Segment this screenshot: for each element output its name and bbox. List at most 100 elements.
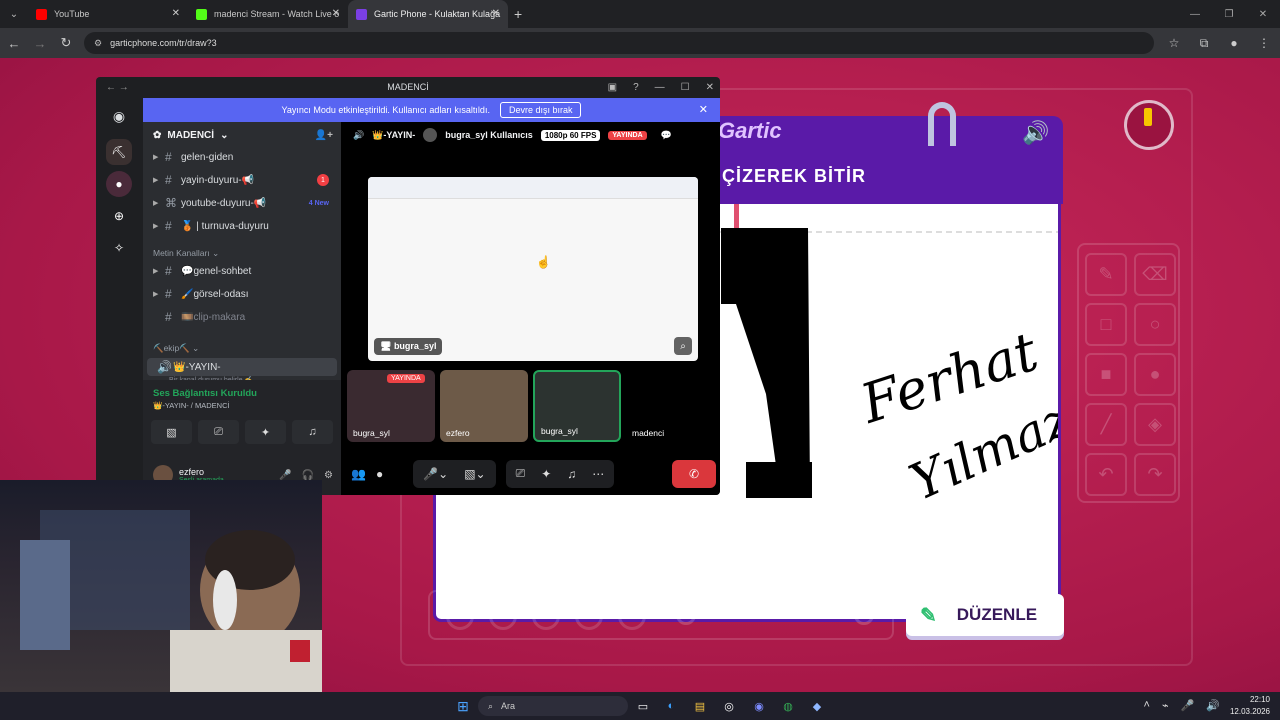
inbox-icon[interactable]: ▣ xyxy=(608,82,617,93)
add-server-icon[interactable]: ⊕ xyxy=(106,203,132,229)
category-metin-kanallari[interactable]: Metin Kanalları ⌄ xyxy=(153,248,219,259)
voice-channel-yayin[interactable]: 🔊 👑-YAYIN- xyxy=(147,358,337,376)
channel-youtube-duyuru[interactable]: ▶ ⌘ youtube-duyuru-📢 4 New xyxy=(143,194,341,212)
minimize-icon[interactable]: — xyxy=(1178,0,1212,28)
extensions-icon[interactable]: ⧉ xyxy=(1194,33,1214,53)
forward-icon[interactable]: → xyxy=(28,31,52,55)
eraser-tool-icon[interactable]: ⌫ xyxy=(1134,253,1176,296)
bookmark-star-icon[interactable]: ☆ xyxy=(1164,33,1184,53)
url-field[interactable]: ⚙ garticphone.com/tr/draw?3 xyxy=(84,32,1154,54)
discord-home-icon[interactable]: ◉ xyxy=(106,103,132,129)
camera-off-icon[interactable]: ▧ xyxy=(151,420,192,444)
activities-icon[interactable]: ✦ xyxy=(245,420,286,444)
stream-preview[interactable]: ☝ 🖥 bugra_syl ⌕ xyxy=(368,177,698,361)
disable-streamer-mode-button[interactable]: Devre dışı bırak xyxy=(499,102,582,118)
close-window-icon[interactable]: ✕ xyxy=(1246,0,1280,28)
category-ekip[interactable]: ⛏️ekip⛏️ ⌄ xyxy=(153,343,199,354)
channel-gelen-giden[interactable]: ▶ # gelen-giden xyxy=(143,148,341,166)
filled-rectangle-tool-icon[interactable]: ■ xyxy=(1085,353,1127,396)
close-tab-icon[interactable]: ✕ xyxy=(172,8,180,19)
headphones-icon[interactable]: 🎧 xyxy=(302,470,314,481)
invite-to-call-icon[interactable]: 👥 xyxy=(351,467,366,481)
file-explorer-icon[interactable]: ▤ xyxy=(691,697,709,715)
participant-tile-madenci[interactable]: madenci xyxy=(626,370,714,442)
soundboard-icon[interactable]: ♫ xyxy=(292,420,333,444)
server-header[interactable]: ✿ MADENCİ ⌄ 👤+ xyxy=(143,122,341,148)
channel-clip-makara[interactable]: # 🎞️clip-makara xyxy=(143,308,341,326)
sound-toggle-icon[interactable]: 🔊 xyxy=(1022,120,1049,146)
invite-people-icon[interactable]: 👤+ xyxy=(315,130,333,141)
fill-bucket-tool-icon[interactable]: ◈ xyxy=(1134,403,1176,446)
zoom-icon[interactable]: ⌕ xyxy=(674,337,692,355)
rectangle-tool-icon[interactable]: □ xyxy=(1085,303,1127,346)
tab-youtube[interactable]: YouTube ✕ xyxy=(28,0,188,28)
brush-size-2[interactable] xyxy=(489,602,517,630)
channel-genel-sohbet[interactable]: ▶ # 💬genel-sohbet xyxy=(143,262,341,280)
mic-tray-icon[interactable]: 🎤 xyxy=(1181,699,1195,712)
volume-icon[interactable]: 🔊 xyxy=(1206,699,1220,712)
participant-tile-ezfero[interactable]: ezfero xyxy=(440,370,528,442)
profile-avatar-icon[interactable]: ● xyxy=(1224,33,1244,53)
edit-button[interactable]: ✎ DÜZENLE xyxy=(906,594,1064,636)
screen-share-icon[interactable]: ⎚ xyxy=(516,466,526,481)
screen-share-icon[interactable]: ⎚ xyxy=(198,420,239,444)
obs-icon[interactable]: ◎ xyxy=(720,697,738,715)
filled-ellipse-tool-icon[interactable]: ● xyxy=(1134,353,1176,396)
maximize-icon[interactable]: ☐ xyxy=(681,82,690,93)
close-tab-icon[interactable]: ✕ xyxy=(492,8,500,19)
close-banner-icon[interactable]: ✕ xyxy=(699,103,708,116)
menu-kebab-icon[interactable]: ⋮ xyxy=(1254,33,1274,53)
reload-icon[interactable]: ↻ xyxy=(54,31,78,55)
more-options-icon[interactable]: ⋯ xyxy=(592,467,604,481)
new-tab-icon[interactable]: + xyxy=(514,6,522,22)
tab-madenci-stream[interactable]: madenci Stream - Watch Live o ✕ xyxy=(188,0,348,28)
network-icon[interactable]: ⌁ xyxy=(1162,699,1169,712)
app-icon[interactable]: ◆ xyxy=(808,697,826,715)
close-icon[interactable]: ✕ xyxy=(706,82,714,93)
help-icon[interactable]: ? xyxy=(633,82,639,93)
line-tool-icon[interactable]: ╱ xyxy=(1085,403,1127,446)
taskbar-search[interactable]: ⌕ Ara xyxy=(478,696,628,716)
participant-tile-speaking[interactable]: bugra_syl xyxy=(533,370,621,442)
chat-bubble-icon[interactable]: 💬 xyxy=(661,130,672,141)
voice-status[interactable]: Ses Bağlantısı Kuruldu 👑-YAYIN- / MADENC… xyxy=(143,380,341,420)
discord-taskbar-icon[interactable]: ◉ xyxy=(750,697,768,715)
minimize-icon[interactable]: — xyxy=(655,82,665,93)
tray-chevron-icon[interactable]: ˄ xyxy=(1144,699,1150,712)
settings-gear-icon[interactable]: ⚙ xyxy=(324,470,333,481)
pencil-tool-icon[interactable]: ✎ xyxy=(1085,253,1127,296)
close-tab-icon[interactable]: ✕ xyxy=(332,8,340,19)
microphone-toggle-icon[interactable]: 🎤⌄ xyxy=(423,467,448,481)
windows-start-icon[interactable]: ⊞ xyxy=(454,697,472,715)
disconnect-call-button[interactable]: ✆ xyxy=(672,459,716,488)
site-info-icon[interactable]: ⚙ xyxy=(94,38,102,49)
camera-toggle-icon[interactable]: ▧⌄ xyxy=(464,467,485,481)
participant-tile-stream[interactable]: YAYINDA bugra_syl xyxy=(347,370,435,442)
brush-size-5[interactable] xyxy=(618,602,646,630)
chrome-icon[interactable]: ◍ xyxy=(779,697,797,715)
opacity-slider-knob[interactable] xyxy=(854,605,874,625)
server-avatar-icon[interactable]: ● xyxy=(106,171,132,197)
discord-nav-arrows-icon[interactable]: ← → xyxy=(106,82,129,93)
activities-icon[interactable]: ✦ xyxy=(541,467,551,481)
redo-tool-icon[interactable]: ↷ xyxy=(1134,453,1176,496)
opacity-slider-track[interactable] xyxy=(700,613,848,617)
edge-icon[interactable]: ◐ xyxy=(662,697,680,715)
explore-servers-icon[interactable]: ✧ xyxy=(106,235,132,261)
taskbar-clock[interactable]: 22:10 12.03.2026 xyxy=(1230,694,1270,718)
soundboard-icon[interactable]: ♫ xyxy=(567,467,576,481)
undo-tool-icon[interactable]: ↶ xyxy=(1085,453,1127,496)
back-icon[interactable]: ← xyxy=(2,31,26,55)
brush-size-1[interactable] xyxy=(446,602,474,630)
channel-gorsel-odasi[interactable]: ▶ # 🖌️görsel-odası xyxy=(143,285,341,303)
self-avatar[interactable]: ● xyxy=(376,467,383,481)
microphone-icon[interactable]: 🎤 xyxy=(279,470,291,481)
opacity-slider-min[interactable] xyxy=(676,605,696,625)
brush-size-3[interactable] xyxy=(532,602,560,630)
channel-turnuva-duyuru[interactable]: ▶ # 🥉 | turnuva-duyuru xyxy=(143,217,341,235)
server-madenci-icon[interactable]: ⛏ xyxy=(106,139,132,165)
task-view-icon[interactable]: ▭ xyxy=(634,697,652,715)
tab-gartic-phone[interactable]: Gartic Phone - Kulaktan Kulağa ✕ xyxy=(348,0,508,28)
maximize-icon[interactable]: ❐ xyxy=(1212,0,1246,28)
channel-yayin-duyuru[interactable]: ▶ # yayin-duyuru-📢 1 xyxy=(143,171,341,189)
